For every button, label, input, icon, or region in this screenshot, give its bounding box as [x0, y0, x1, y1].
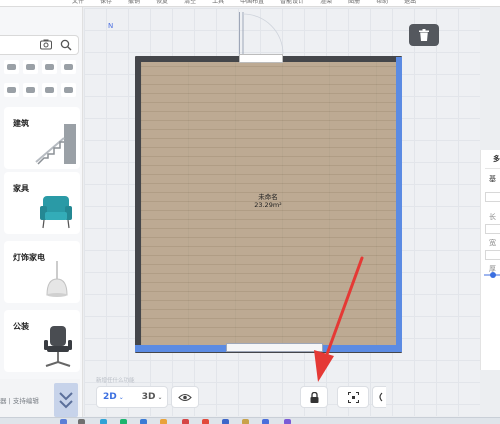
taskbar-app-icon[interactable] [140, 419, 147, 424]
slider-handle[interactable] [490, 272, 496, 278]
properties-panel: 多 基 长 宽 厚 [480, 150, 500, 370]
view-3d-button[interactable]: 3D ⌄ [142, 392, 163, 402]
menu-item[interactable]: 清空 [184, 0, 196, 6]
taskbar-app-icon[interactable] [222, 419, 229, 424]
armchair-icon [40, 196, 72, 229]
menu-item[interactable]: 帮助 [376, 0, 388, 6]
category-label: 灯饰家电 [13, 253, 45, 262]
lock-button[interactable] [300, 386, 328, 408]
thumbnail-row [4, 83, 80, 103]
search-input[interactable] [0, 35, 79, 55]
thumbnail[interactable] [42, 83, 57, 97]
camera-icon[interactable] [40, 39, 52, 50]
focus-frame-icon [347, 391, 359, 403]
menu-item[interactable]: 工具 [212, 0, 224, 6]
category-card-lighting-appliances[interactable]: 灯饰家电 [4, 241, 80, 303]
length-label: 长 [489, 213, 496, 221]
thumbnail[interactable] [23, 83, 38, 97]
taskbar-app-icon[interactable] [202, 419, 209, 424]
menu-item[interactable]: 智能设计 [280, 0, 304, 6]
taskbar-app-icon[interactable] [284, 419, 291, 424]
taskbar-app-icon[interactable] [160, 419, 167, 424]
panel-section-label: 基 [489, 175, 496, 183]
partial-tool-icon [378, 392, 382, 402]
view-2d-button[interactable]: 2D ⌄ [103, 392, 124, 402]
top-menu-bar: 文件 保存 撤销 恢复 清空 工具 中国布置 智能设计 渲染 图册 帮助 退出 [0, 0, 500, 7]
trash-icon [419, 29, 429, 41]
delete-button[interactable] [409, 24, 439, 46]
thumbnail[interactable] [4, 83, 19, 97]
hint-text: 新增任什么功能 [96, 378, 135, 384]
pendant-lamp-icon [46, 261, 68, 297]
view-mode-switch: 2D ⌄ 3D ⌄ [96, 386, 168, 408]
menu-item[interactable]: 保存 [100, 0, 112, 6]
thumbnail[interactable] [23, 60, 38, 74]
length-field[interactable] [485, 224, 500, 234]
office-chair-icon [44, 326, 72, 367]
thumbnail-row [4, 60, 80, 80]
door-opening[interactable] [239, 54, 283, 63]
taskbar-app-icon[interactable] [242, 419, 249, 424]
taskbar-app-icon[interactable] [78, 419, 85, 424]
menu-item[interactable]: 图册 [348, 0, 360, 6]
width-label: 宽 [489, 239, 496, 247]
taskbar-app-icon[interactable] [100, 419, 107, 424]
thumbnail[interactable] [4, 60, 19, 74]
category-card-architecture[interactable]: 建筑 [4, 107, 80, 169]
menu-item[interactable]: 退出 [404, 0, 416, 6]
category-label: 家具 [13, 184, 29, 193]
taskbar-app-icon[interactable] [182, 419, 189, 424]
property-field[interactable] [485, 192, 500, 202]
menu-item[interactable]: 恢复 [156, 0, 168, 6]
taskbar-app-icon[interactable] [60, 419, 67, 424]
thumbnail[interactable] [61, 83, 76, 97]
eye-icon [178, 393, 192, 401]
category-card-commercial[interactable]: 公装 [4, 310, 80, 372]
room-label[interactable]: 未命名 23.29m² [235, 193, 301, 209]
category-label: 公装 [13, 322, 29, 331]
os-taskbar [0, 417, 500, 424]
selected-wall-right[interactable] [396, 57, 402, 351]
red-arrow-annotation [314, 256, 364, 382]
taskbar-app-icon[interactable] [120, 419, 127, 424]
more-tools-button[interactable] [372, 386, 386, 408]
panel-title: 多 [493, 155, 500, 163]
menu-item[interactable]: 渲染 [320, 0, 332, 6]
catalog-sidebar: 建筑 家具 灯饰家电 公装 器 | 支持编辑 [0, 7, 83, 419]
compass-indicator: N [108, 22, 114, 30]
category-label: 建筑 [13, 119, 29, 128]
menu-item[interactable]: 文件 [72, 0, 84, 6]
bottom-banner: 器 | 支持编辑 [0, 379, 80, 419]
lock-icon [310, 391, 318, 403]
search-icon[interactable] [60, 39, 72, 51]
thumbnail[interactable] [61, 60, 76, 74]
menu-item[interactable]: 中国布置 [240, 0, 264, 6]
visibility-button[interactable] [171, 386, 199, 408]
focus-view-button[interactable] [337, 386, 369, 408]
staircase-icon [35, 124, 76, 165]
chevron-down-icon [59, 392, 73, 409]
banner-badge[interactable] [54, 383, 78, 417]
banner-text: 器 | 支持编辑 [0, 397, 39, 405]
room-area: 23.29m² [254, 201, 282, 209]
category-card-furniture[interactable]: 家具 [4, 172, 80, 234]
room-name: 未命名 [258, 193, 278, 201]
thumbnail[interactable] [42, 60, 57, 74]
menu-item[interactable]: 撤销 [128, 0, 140, 6]
taskbar-app-icon[interactable] [262, 419, 269, 424]
width-field[interactable] [485, 250, 500, 260]
